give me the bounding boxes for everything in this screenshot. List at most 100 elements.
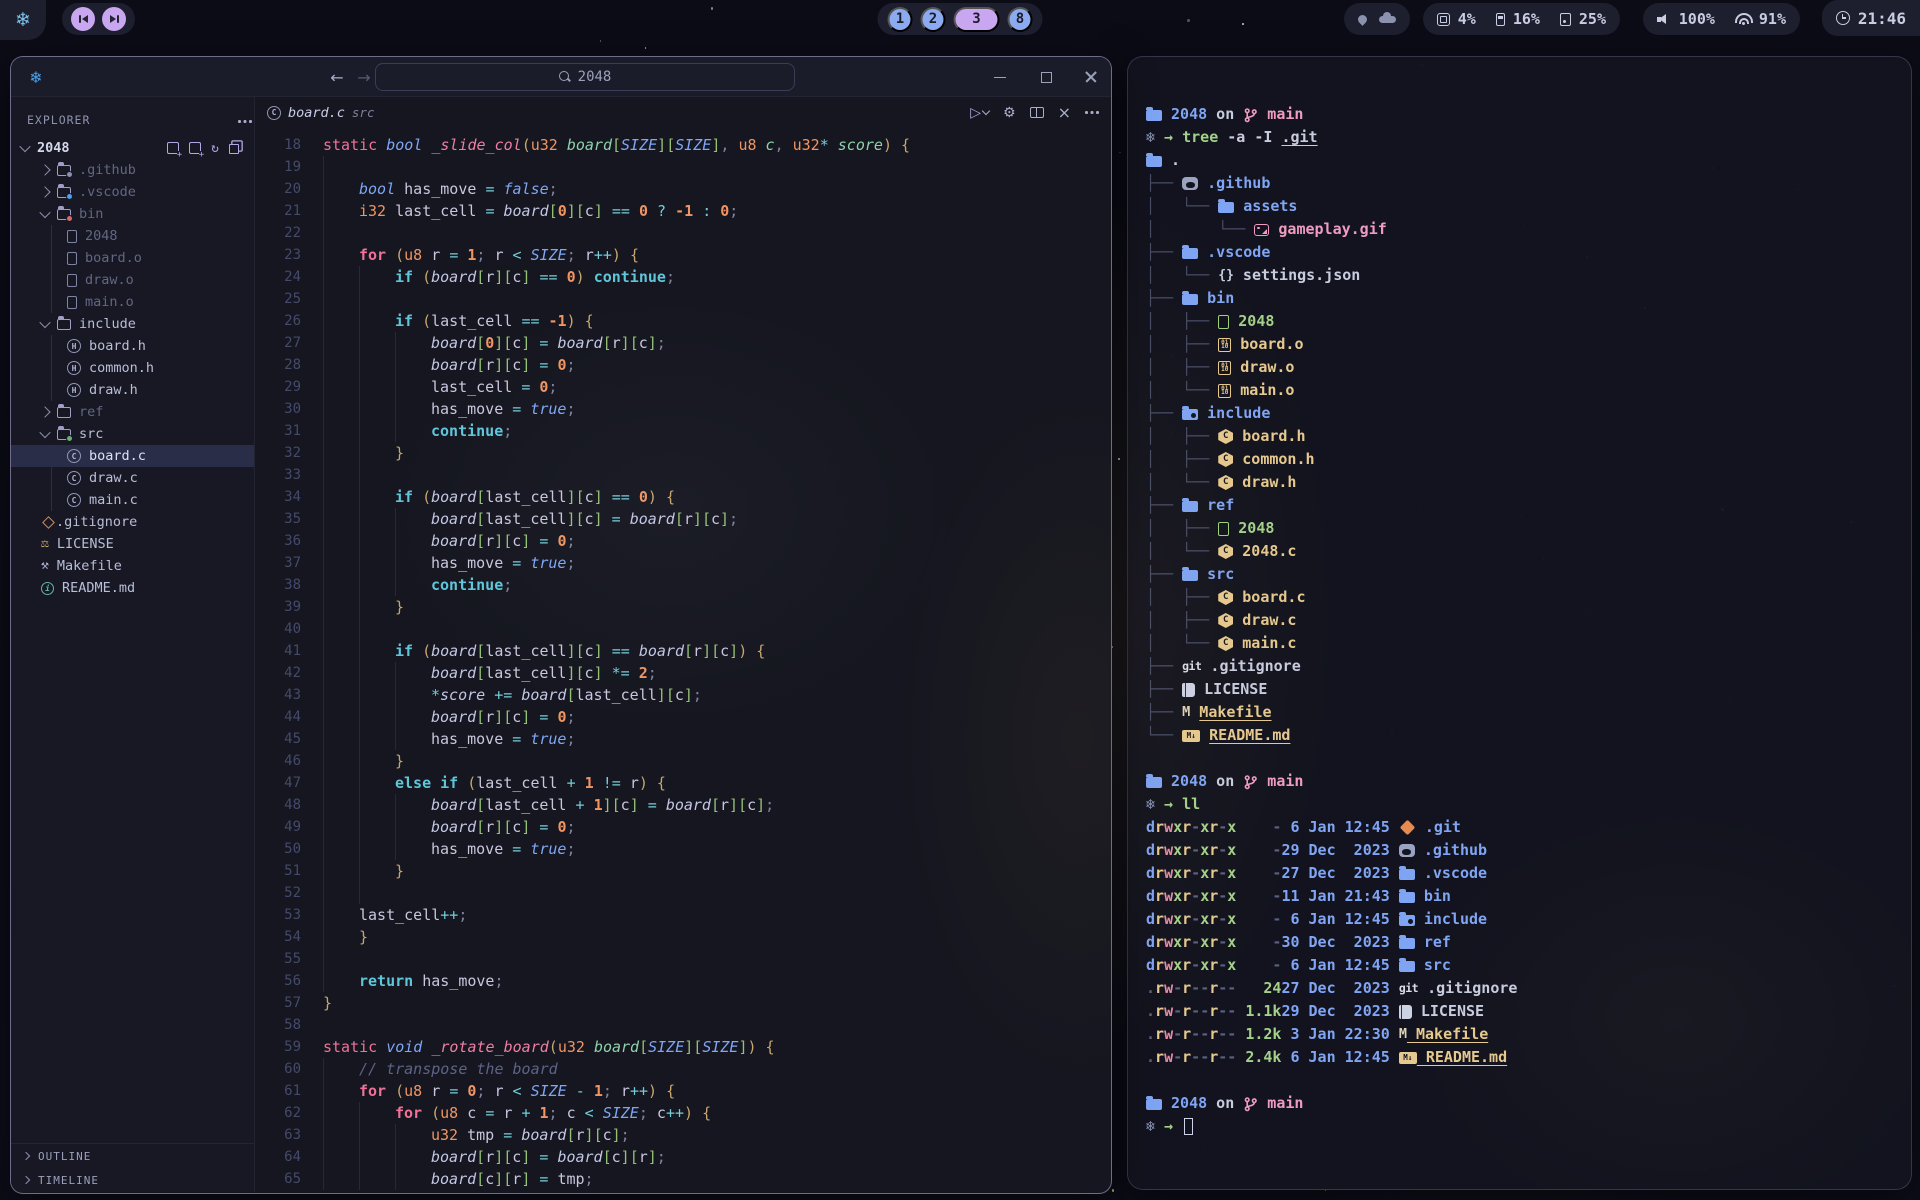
- workspace-3[interactable]: 3: [954, 7, 1000, 32]
- weather-widget[interactable]: [1344, 3, 1410, 35]
- editor-titlebar[interactable]: ❄ ← → 2048: [11, 57, 1111, 97]
- ellipsis-icon: [1085, 111, 1099, 114]
- folder-icon: [1146, 110, 1162, 121]
- indent-guide: [323, 1058, 359, 1080]
- explorer-item-.vscode[interactable]: .vscode: [11, 181, 254, 203]
- c-circle-icon: C: [67, 449, 81, 463]
- close-icon: [1085, 71, 1097, 83]
- explorer-item-2048[interactable]: 2048: [11, 225, 254, 247]
- code-line-36: 36board[r][c] = 0;: [255, 530, 1111, 552]
- explorer-item-draw.h[interactable]: Hdraw.h: [11, 379, 254, 401]
- maximize-icon: [1041, 72, 1052, 83]
- folder-bin-icon: [57, 209, 71, 220]
- workspace-2[interactable]: 2: [921, 7, 946, 32]
- line-content: if (board[r][c] == 0) continue;: [301, 266, 675, 288]
- timeline-panel-header[interactable]: TIMELINE: [11, 1168, 254, 1192]
- explorer-item-main.c[interactable]: Cmain.c: [11, 489, 254, 511]
- command-center-search[interactable]: 2048: [375, 63, 795, 91]
- line-number: 23: [255, 244, 301, 266]
- close-window-button[interactable]: [1079, 65, 1103, 89]
- tab-board-c[interactable]: C board.c src: [267, 105, 374, 121]
- terminal-line: │ ├── C board.c: [1146, 586, 1911, 609]
- explorer-item-label: draw.h: [89, 382, 138, 398]
- chevron-down-icon: [39, 427, 50, 438]
- explorer-item-board.o[interactable]: board.o: [11, 247, 254, 269]
- line-content: u32 tmp = board[r][c];: [301, 1124, 630, 1146]
- bin01-icon: 0110: [1218, 384, 1231, 398]
- minimize-button[interactable]: [988, 65, 1012, 89]
- nix-launcher-button[interactable]: ❄: [0, 0, 46, 40]
- explorer-item-readme.md[interactable]: iREADME.md: [11, 577, 254, 599]
- code-line-22: 22: [255, 222, 1111, 244]
- run-or-debug-button[interactable]: ▷: [970, 105, 989, 121]
- explorer-item-label: 2048: [37, 140, 70, 156]
- explorer-item-common.h[interactable]: Hcommon.h: [11, 357, 254, 379]
- line-content: [301, 948, 359, 970]
- collapse-all-button[interactable]: [229, 141, 242, 156]
- code-line-57: 57}: [255, 992, 1111, 1014]
- explorer-item-draw.c[interactable]: Cdraw.c: [11, 467, 254, 489]
- explorer-item-ref[interactable]: ref: [11, 401, 254, 423]
- explorer-item-2048[interactable]: 2048 ↻: [11, 137, 254, 159]
- explorer-item-label: LICENSE: [57, 536, 114, 552]
- terminal-line: ├── ref: [1146, 494, 1911, 517]
- code-line-49: 49board[r][c] = 0;: [255, 816, 1111, 838]
- terminal-line: drwxr-xr-x-27 Dec 2023 .vscode: [1146, 862, 1911, 885]
- explorer-item-makefile[interactable]: ⚒Makefile: [11, 555, 254, 577]
- media-next-button[interactable]: [102, 7, 126, 31]
- code-line-34: 34if (board[last_cell][c] == 0) {: [255, 486, 1111, 508]
- explorer-item-bin[interactable]: bin: [11, 203, 254, 225]
- file-icon: [67, 296, 77, 309]
- workspace-8[interactable]: 8: [1008, 7, 1033, 32]
- indent-guide: [395, 662, 431, 684]
- navigate-back-button[interactable]: ←: [325, 65, 349, 89]
- code-line-18: 18static bool _slide_col(u32 board[SIZE]…: [255, 134, 1111, 156]
- new-folder-button[interactable]: [189, 141, 201, 156]
- line-number: 63: [255, 1124, 301, 1146]
- file-name: src: [1415, 954, 1451, 977]
- hex-h-icon: H: [67, 339, 81, 353]
- terminal-line: [1146, 747, 1911, 770]
- explorer-item-main.o[interactable]: main.o: [11, 291, 254, 313]
- more-actions-button[interactable]: [1085, 111, 1099, 114]
- line-number: 62: [255, 1102, 301, 1124]
- maximize-button[interactable]: [1034, 65, 1058, 89]
- editor-settings-button[interactable]: ⚙: [1003, 105, 1016, 121]
- line-number: 60: [255, 1058, 301, 1080]
- system-stats-widget[interactable]: 4% 16% 25%: [1423, 3, 1620, 35]
- code-editor-area[interactable]: 18static bool _slide_col(u32 board[SIZE]…: [255, 128, 1111, 1192]
- folder-icon: [1146, 777, 1162, 788]
- media-previous-button[interactable]: [71, 7, 95, 31]
- indent-guide: [359, 1124, 395, 1146]
- audio-network-widget[interactable]: 100% 91%: [1643, 3, 1800, 35]
- explorer-item-src[interactable]: src: [11, 423, 254, 445]
- explorer-item-include[interactable]: include: [11, 313, 254, 335]
- line-number: 42: [255, 662, 301, 684]
- file-size: 1.1k: [1236, 1000, 1281, 1023]
- explorer-item-draw.o[interactable]: draw.o: [11, 269, 254, 291]
- split-editor-button[interactable]: [1030, 107, 1044, 118]
- explorer-item-.github[interactable]: .github: [11, 159, 254, 181]
- hex-h-icon: H: [67, 361, 81, 375]
- wifi-icon: [1735, 13, 1751, 25]
- explorer-item-license[interactable]: ⚖LICENSE: [11, 533, 254, 555]
- refresh-button[interactable]: ↻: [211, 141, 219, 156]
- search-value: 2048: [578, 69, 612, 85]
- close-editor-button[interactable]: ×: [1058, 106, 1071, 120]
- navigate-forward-button[interactable]: →: [352, 65, 376, 89]
- new-file-button[interactable]: [167, 141, 179, 156]
- code-line-63: 63u32 tmp = board[r][c];: [255, 1124, 1111, 1146]
- terminal-window[interactable]: 2048 on main❄ → tree -a -I .git .├── .gi…: [1127, 56, 1912, 1190]
- outline-panel-header[interactable]: OUTLINE: [11, 1144, 254, 1168]
- clock-widget[interactable]: 21:46: [1822, 0, 1920, 36]
- disk-usage: 25%: [1579, 10, 1606, 28]
- foldergear-icon: [1182, 409, 1198, 420]
- permissions: drwxr-xr-x: [1146, 954, 1236, 977]
- file-size: -: [1236, 885, 1281, 908]
- line-number: 55: [255, 948, 301, 970]
- explorer-item-.gitignore[interactable]: .gitignore: [11, 511, 254, 533]
- explorer-item-board.c[interactable]: Cboard.c: [11, 445, 254, 467]
- explorer-item-board.h[interactable]: Hboard.h: [11, 335, 254, 357]
- terminal-line: ├── git .gitignore: [1146, 655, 1911, 678]
- workspace-1[interactable]: 1: [888, 7, 913, 32]
